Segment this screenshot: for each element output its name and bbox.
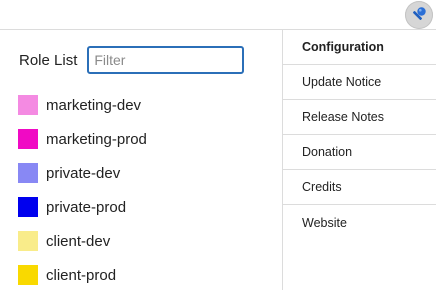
menu-item-release-notes[interactable]: Release Notes [283,100,436,135]
menu-item-credits[interactable]: Credits [283,170,436,205]
top-bar [0,0,436,30]
role-label: private-dev [46,164,121,182]
settings-tool-button[interactable] [405,1,433,29]
role-item[interactable]: client-dev [18,224,147,258]
role-list: marketing-dev marketing-prod private-dev… [18,88,147,292]
role-item[interactable]: client-prod [18,258,147,292]
role-panel: Role List marketing-dev marketing-prod p… [0,30,282,290]
role-list-title: Role List [19,51,78,69]
role-color-swatch [18,163,38,183]
role-label: private-prod [46,198,127,216]
role-label: marketing-dev [46,96,142,114]
role-label: client-prod [46,266,117,284]
menu-item-update-notice[interactable]: Update Notice [283,65,436,100]
menu-item-website[interactable]: Website [283,205,436,240]
menu-item-donation[interactable]: Donation [283,135,436,170]
role-color-swatch [18,95,38,115]
role-color-swatch [18,231,38,251]
menu-item-configuration[interactable]: Configuration [283,30,436,65]
side-menu: Configuration Update Notice Release Note… [282,30,436,290]
role-item[interactable]: private-prod [18,190,147,224]
role-label: marketing-prod [46,130,147,148]
role-item[interactable]: private-dev [18,156,147,190]
role-label: client-dev [46,232,111,250]
filter-input[interactable] [87,46,245,74]
menu-list: Configuration Update Notice Release Note… [283,30,436,240]
role-color-swatch [18,129,38,149]
role-header: Role List [19,46,245,74]
role-color-swatch [18,265,38,285]
role-color-swatch [18,197,38,217]
role-item[interactable]: marketing-prod [18,122,147,156]
magic-wand-icon [409,5,429,25]
role-item[interactable]: marketing-dev [18,88,147,122]
